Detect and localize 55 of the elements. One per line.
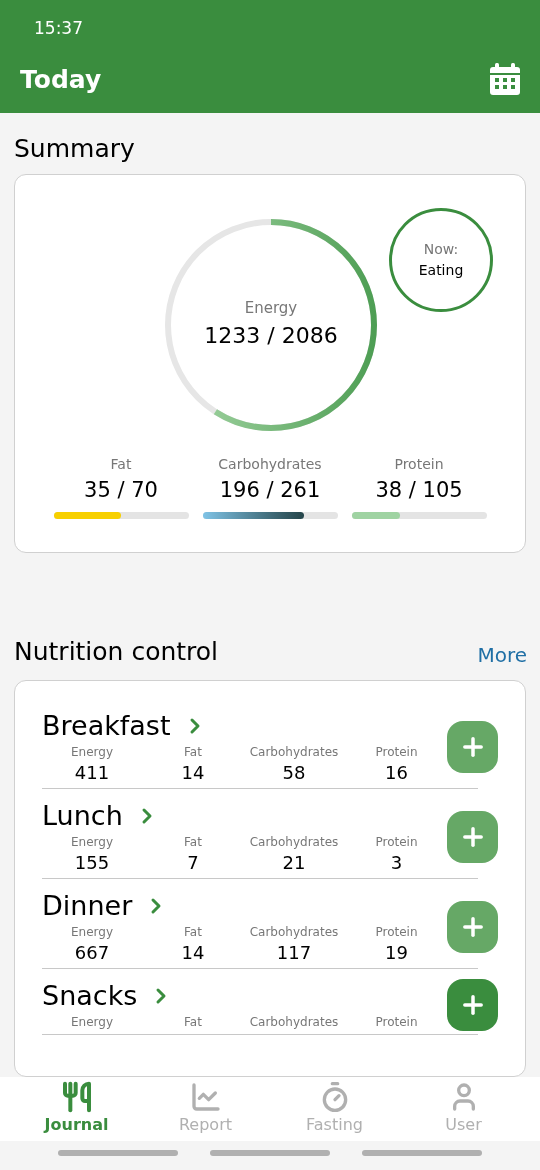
- calendar-icon[interactable]: [490, 63, 520, 96]
- nav-tab[interactable]: Journal: [26, 1081, 127, 1137]
- macro-value: 35 / 70: [84, 476, 158, 504]
- stat-value: 155: [74, 851, 110, 875]
- stat-label: Carbohydrates: [249, 924, 339, 941]
- macro-value: 38 / 105: [375, 476, 463, 504]
- stat-label: Carbohydrates: [249, 744, 339, 761]
- more-link[interactable]: More: [477, 640, 527, 670]
- fork-knife-icon: [60, 1081, 93, 1113]
- meal-name[interactable]: Lunch: [42, 799, 123, 833]
- energy-label: Energy: [244, 297, 298, 319]
- stat-label: Protein: [375, 834, 418, 851]
- stat-value: 117: [276, 941, 312, 965]
- stat-value: 16: [385, 761, 408, 785]
- stat-value: 19: [385, 941, 408, 965]
- stat-value: 3: [390, 851, 403, 875]
- status-time: 15:37: [34, 17, 83, 40]
- stat-label: Fat: [184, 744, 202, 761]
- add-button[interactable]: [447, 721, 498, 773]
- stat-label: Protein: [375, 744, 418, 761]
- line-chart-icon: [189, 1081, 222, 1113]
- stat-label: Energy: [71, 1014, 113, 1031]
- stat-value: 411: [74, 761, 110, 785]
- meal-name[interactable]: Snacks: [42, 979, 138, 1013]
- stat-value: 21: [282, 851, 306, 875]
- status-label: Now:: [423, 239, 459, 259]
- stat-value: 7: [187, 851, 199, 875]
- stat-label: Carbohydrates: [249, 1014, 339, 1031]
- macro-label: Protein: [394, 454, 444, 474]
- stat-label: Energy: [71, 924, 113, 941]
- stat-value: 14: [181, 761, 205, 785]
- macro-value: 196 / 261: [219, 476, 321, 504]
- macro-label: Fat: [110, 454, 132, 474]
- energy-value: 1233 / 2086: [204, 322, 338, 351]
- page-title: Today: [20, 63, 102, 96]
- section-title: Summary: [14, 133, 136, 165]
- meal-name[interactable]: Breakfast: [42, 709, 171, 743]
- stat-label: Fat: [184, 1014, 202, 1031]
- stat-label: Energy: [71, 744, 113, 761]
- meal-name[interactable]: Dinner: [42, 889, 133, 923]
- stat-value: 14: [181, 941, 205, 965]
- stat-value: 58: [282, 761, 306, 785]
- stat-label: Carbohydrates: [249, 834, 339, 851]
- section-title: Nutrition control: [14, 635, 219, 668]
- add-button[interactable]: [447, 811, 498, 863]
- stat-value: 667: [74, 941, 110, 965]
- macro-label: Carbohydrates: [218, 454, 322, 474]
- stat-label: Fat: [184, 834, 202, 851]
- stat-label: Protein: [375, 924, 418, 941]
- stat-label: Protein: [375, 1014, 418, 1031]
- stat-label: Energy: [71, 834, 113, 851]
- stat-label: Fat: [184, 924, 202, 941]
- status-value: Eating: [418, 260, 464, 280]
- add-button[interactable]: [447, 979, 498, 1031]
- add-button[interactable]: [447, 901, 498, 953]
